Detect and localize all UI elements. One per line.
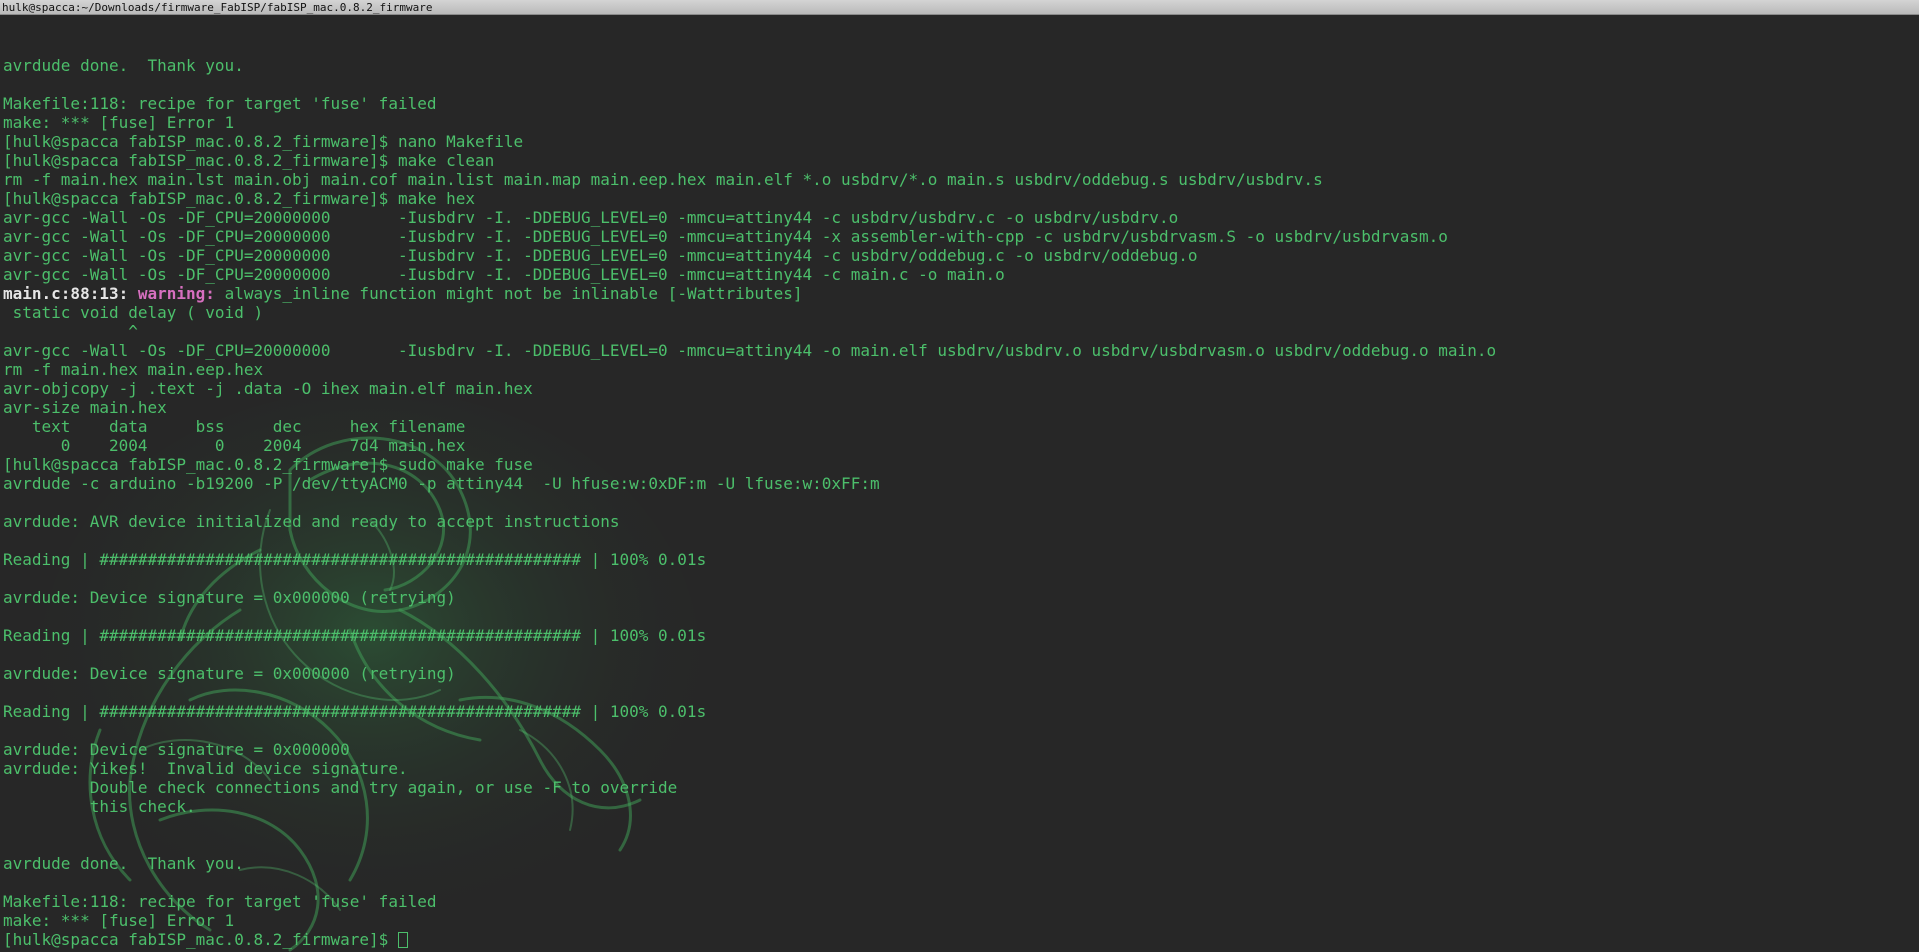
- text-cursor: [397, 932, 408, 948]
- window-title-bar[interactable]: hulk@spacca:~/Downloads/firmware_FabISP/…: [0, 0, 1919, 15]
- terminal-line: avr-gcc -Wall -Os -DF_CPU=20000000 -Iusb…: [3, 208, 1179, 227]
- terminal-line: text data bss dec hex filename: [3, 417, 466, 436]
- terminal-line: avrdude: Yikes! Invalid device signature…: [3, 759, 408, 778]
- terminal-line: Makefile:118: recipe for target 'fuse' f…: [3, 94, 437, 113]
- terminal-line: [hulk@spacca fabISP_mac.0.8.2_firmware]$…: [3, 151, 495, 170]
- terminal-line: avrdude: Device signature = 0x000000 (re…: [3, 588, 456, 607]
- terminal-line: [hulk@spacca fabISP_mac.0.8.2_firmware]$…: [3, 455, 533, 474]
- terminal-line: avrdude -c arduino -b19200 -P /dev/ttyAC…: [3, 474, 880, 493]
- terminal-line: rm -f main.hex main.eep.hex: [3, 360, 264, 379]
- terminal-line: Reading | ##############################…: [3, 702, 707, 721]
- terminal-line: avr-gcc -Wall -Os -DF_CPU=20000000 -Iusb…: [3, 341, 1497, 360]
- compiler-warning-line: main.c:88:13: warning: always_inline fun…: [3, 284, 1913, 303]
- terminal-line: rm -f main.hex main.lst main.obj main.co…: [3, 170, 1323, 189]
- terminal-line: 0 2004 0 2004 7d4 main.hex: [3, 436, 466, 455]
- terminal-line: make: *** [fuse] Error 1: [3, 911, 235, 930]
- warning-location: main.c:88:13:: [3, 284, 129, 303]
- terminal-line: [hulk@spacca fabISP_mac.0.8.2_firmware]$…: [3, 132, 524, 151]
- terminal-line: avr-gcc -Wall -Os -DF_CPU=20000000 -Iusb…: [3, 246, 1198, 265]
- terminal-line: Makefile:118: recipe for target 'fuse' f…: [3, 892, 437, 911]
- terminal-line: avr-size main.hex: [3, 398, 167, 417]
- terminal-line: avrdude done. Thank you.: [3, 854, 244, 873]
- terminal-line: avrdude: Device signature = 0x000000: [3, 740, 350, 759]
- terminal-line: [hulk@spacca fabISP_mac.0.8.2_firmware]$…: [3, 189, 476, 208]
- terminal-line: avrdude: Device signature = 0x000000 (re…: [3, 664, 456, 683]
- terminal-line: Reading | ##############################…: [3, 550, 707, 569]
- terminal-line: Double check connections and try again, …: [3, 778, 678, 797]
- terminal-line: avr-objcopy -j .text -j .data -O ihex ma…: [3, 379, 533, 398]
- terminal-line: avr-gcc -Wall -Os -DF_CPU=20000000 -Iusb…: [3, 265, 1005, 284]
- terminal-line: this check.: [3, 797, 196, 816]
- terminal-line: avr-gcc -Wall -Os -DF_CPU=20000000 -Iusb…: [3, 227, 1448, 246]
- terminal-line: static void delay ( void ): [3, 303, 264, 322]
- terminal-output[interactable]: avrdude done. Thank you. Makefile:118: re…: [3, 18, 1913, 950]
- shell-prompt: [hulk@spacca fabISP_mac.0.8.2_firmware]$: [3, 930, 398, 949]
- terminal-line: make: *** [fuse] Error 1: [3, 113, 235, 132]
- terminal-line: Reading | ##############################…: [3, 626, 707, 645]
- terminal-line: avrdude: AVR device initialized and read…: [3, 512, 620, 531]
- terminal-window[interactable]: hulk@spacca:~/Downloads/firmware_FabISP/…: [0, 0, 1919, 952]
- warning-label: warning:: [137, 284, 215, 303]
- terminal-line: ^: [3, 322, 138, 341]
- prompt-line[interactable]: [hulk@spacca fabISP_mac.0.8.2_firmware]$: [3, 930, 1913, 949]
- terminal-line: avrdude done. Thank you.: [3, 56, 244, 75]
- warning-message: always_inline function might not be inli…: [214, 284, 803, 303]
